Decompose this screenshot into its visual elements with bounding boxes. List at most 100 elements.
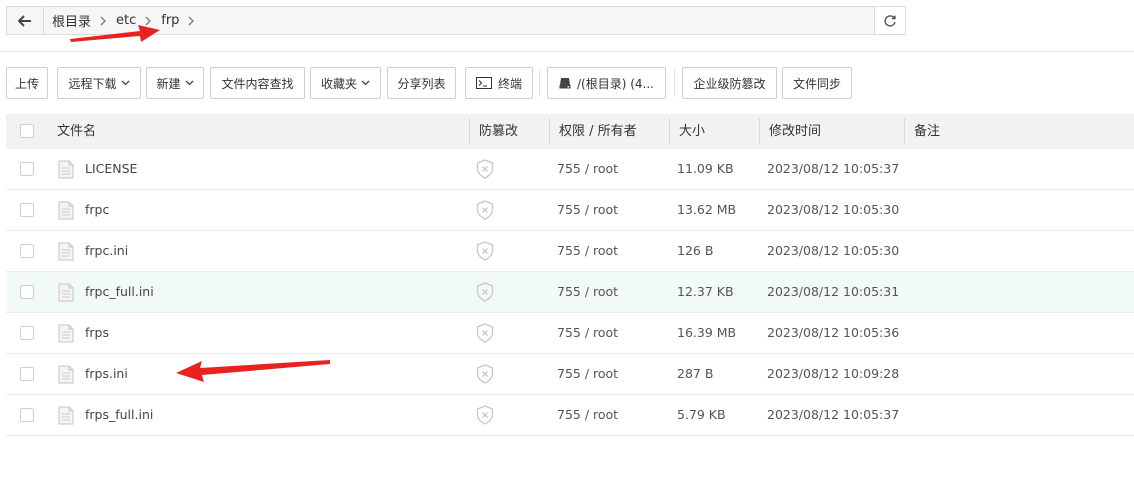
table-header: 文件名 防篡改 权限 / 所有者 大小 修改时间 备注 xyxy=(6,114,1134,149)
remote-download-label: 远程下载 xyxy=(68,76,117,91)
shield-icon[interactable] xyxy=(476,241,494,264)
tamper-proof-label: 企业级防篡改 xyxy=(693,76,766,91)
header-mtime[interactable]: 修改时间 xyxy=(769,114,821,149)
file-sync-label: 文件同步 xyxy=(792,76,841,91)
disk-button[interactable]: /(根目录) (4... xyxy=(547,67,666,99)
remote-download-button[interactable]: 远程下载 xyxy=(57,67,141,99)
file-size: 16.39 MB xyxy=(677,325,737,340)
breadcrumb-etc[interactable]: etc xyxy=(116,13,136,28)
refresh-icon xyxy=(884,14,896,27)
column-separator xyxy=(669,118,670,145)
tamper-proof-button[interactable]: 企业级防篡改 xyxy=(682,67,777,99)
file-name[interactable]: LICENSE xyxy=(85,149,137,189)
file-name[interactable]: frps_full.ini xyxy=(85,395,153,435)
file-mtime: 2023/08/12 10:05:37 xyxy=(767,161,900,176)
arrow-left-icon xyxy=(18,14,31,27)
header-size[interactable]: 大小 xyxy=(679,114,705,149)
chevron-down-icon xyxy=(361,80,370,86)
terminal-button[interactable]: 终端 xyxy=(465,67,533,99)
breadcrumb-root[interactable]: 根目录 xyxy=(52,11,91,30)
table-row[interactable]: LICENSE 755 / root 11.09 KB 2023/08/12 10:0… xyxy=(6,149,1134,190)
chevron-right-icon xyxy=(100,16,107,26)
chevron-right-icon xyxy=(145,16,152,26)
file-permission[interactable]: 755 / root xyxy=(557,354,618,394)
file-icon xyxy=(58,406,74,428)
file-name[interactable]: frpc xyxy=(85,190,109,230)
row-checkbox[interactable] xyxy=(20,162,34,176)
file-mtime: 2023/08/12 10:05:37 xyxy=(767,407,900,422)
file-size: 126 B xyxy=(677,243,714,258)
shield-icon[interactable] xyxy=(476,282,494,305)
back-button[interactable] xyxy=(7,7,44,34)
upload-button[interactable]: 上传 xyxy=(6,67,48,99)
file-permission[interactable]: 755 / root xyxy=(557,190,618,230)
file-permission[interactable]: 755 / root xyxy=(557,231,618,271)
table-row[interactable]: frps.ini 755 / root 287 B 2023/08/12 10:09:… xyxy=(6,354,1134,395)
chevron-down-icon xyxy=(121,80,130,86)
file-mtime: 2023/08/12 10:05:30 xyxy=(767,202,900,217)
table-row[interactable]: frpc 755 / root 13.62 MB 2023/08/12 10:05:3… xyxy=(6,190,1134,231)
content-search-button[interactable]: 文件内容查找 xyxy=(210,67,305,99)
row-checkbox[interactable] xyxy=(20,244,34,258)
table-row[interactable]: frps_full.ini 755 / root 5.79 KB 2023/08/12… xyxy=(6,395,1134,436)
disk-label: /(根目录) (4... xyxy=(577,76,654,91)
file-permission[interactable]: 755 / root xyxy=(557,149,618,189)
file-size: 12.37 KB xyxy=(677,284,734,299)
refresh-button[interactable] xyxy=(874,7,905,34)
shield-icon[interactable] xyxy=(476,159,494,182)
breadcrumb: 根目录 etc frp xyxy=(44,11,874,30)
file-size: 11.09 KB xyxy=(677,161,734,176)
header-name[interactable]: 文件名 xyxy=(57,114,96,149)
file-permission[interactable]: 755 / root xyxy=(557,272,618,312)
address-bar: 根目录 etc frp xyxy=(6,6,906,35)
shield-icon[interactable] xyxy=(476,364,494,387)
share-list-button[interactable]: 分享列表 xyxy=(387,67,456,99)
shield-icon[interactable] xyxy=(476,323,494,346)
file-size: 287 B xyxy=(677,366,714,381)
header-permission[interactable]: 权限 / 所有者 xyxy=(559,114,637,149)
column-separator xyxy=(549,118,550,145)
file-table: 文件名 防篡改 权限 / 所有者 大小 修改时间 备注 LICENSE 755 /… xyxy=(6,114,1134,436)
file-icon xyxy=(58,201,74,223)
file-name[interactable]: frps xyxy=(85,313,109,353)
disk-icon xyxy=(559,77,571,89)
header-tamper[interactable]: 防篡改 xyxy=(479,114,518,149)
breadcrumb-frp[interactable]: frp xyxy=(161,13,179,28)
file-name[interactable]: frpc_full.ini xyxy=(85,272,154,312)
row-checkbox[interactable] xyxy=(20,326,34,340)
table-row[interactable]: frps 755 / root 16.39 MB 2023/08/12 10:05:3… xyxy=(6,313,1134,354)
column-separator xyxy=(904,118,905,145)
file-name[interactable]: frpc.ini xyxy=(85,231,128,271)
column-separator xyxy=(469,118,470,145)
favorites-label: 收藏夹 xyxy=(320,76,357,91)
favorites-button[interactable]: 收藏夹 xyxy=(310,67,381,99)
file-name[interactable]: frps.ini xyxy=(85,354,128,394)
file-manager: 根目录 etc frp 上传 远程下载 新建 文件内容查找 收藏夹 分享列表 终… xyxy=(0,0,1134,483)
file-permission[interactable]: 755 / root xyxy=(557,395,618,435)
file-sync-button[interactable]: 文件同步 xyxy=(782,67,852,99)
shield-icon[interactable] xyxy=(476,200,494,223)
row-checkbox[interactable] xyxy=(20,203,34,217)
table-row[interactable]: frpc_full.ini 755 / root 12.37 KB 2023/08/1… xyxy=(6,272,1134,313)
chevron-down-icon xyxy=(185,80,194,86)
file-icon xyxy=(58,242,74,264)
row-checkbox[interactable] xyxy=(20,408,34,422)
row-checkbox[interactable] xyxy=(20,367,34,381)
shield-icon[interactable] xyxy=(476,405,494,428)
file-mtime: 2023/08/12 10:05:36 xyxy=(767,325,900,340)
file-mtime: 2023/08/12 10:05:31 xyxy=(767,284,900,299)
toolbar-separator xyxy=(674,69,675,97)
upload-button-label: 上传 xyxy=(14,76,39,91)
row-checkbox[interactable] xyxy=(20,285,34,299)
chevron-right-icon[interactable] xyxy=(188,16,195,26)
new-button[interactable]: 新建 xyxy=(146,67,204,99)
select-all-checkbox[interactable] xyxy=(20,124,34,138)
file-icon xyxy=(58,365,74,387)
file-mtime: 2023/08/12 10:05:30 xyxy=(767,243,900,258)
file-permission[interactable]: 755 / root xyxy=(557,313,618,353)
file-icon xyxy=(58,324,74,346)
terminal-icon xyxy=(475,77,492,89)
table-row[interactable]: frpc.ini 755 / root 126 B 2023/08/12 10:05:… xyxy=(6,231,1134,272)
file-icon xyxy=(58,283,74,305)
share-list-label: 分享列表 xyxy=(397,76,446,91)
